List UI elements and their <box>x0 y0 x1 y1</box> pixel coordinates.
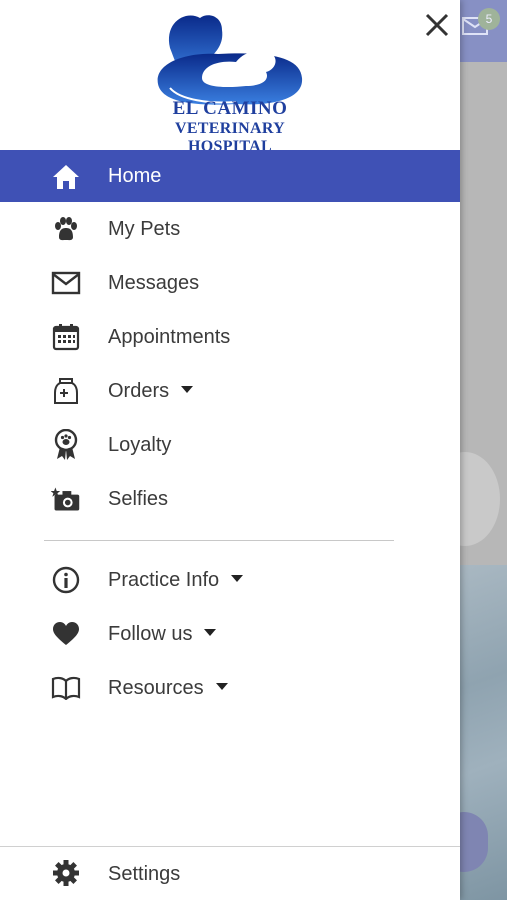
menu-item-label: Selfies <box>108 487 169 510</box>
close-button[interactable] <box>420 8 454 42</box>
menu-item-label: Messages <box>108 271 200 294</box>
calendar-icon <box>51 323 81 351</box>
home-icon <box>51 163 81 191</box>
secondary-menu: Practice Info Follow us Resources <box>0 553 460 715</box>
envelope-icon <box>51 269 81 297</box>
menu-item-loyalty[interactable]: Loyalty <box>0 418 460 472</box>
menu-item-label: My Pets <box>108 217 181 240</box>
menu-item-label: Settings <box>108 862 181 885</box>
menu-item-label: Follow us <box>108 622 193 645</box>
award-ribbon-icon <box>51 429 81 460</box>
menu-item-settings[interactable]: Settings <box>0 848 460 900</box>
book-icon <box>51 674 81 702</box>
heart-icon <box>51 620 81 648</box>
menu-item-label-wrap: Resources <box>108 677 228 700</box>
menu-item-label-wrap: Follow us <box>108 622 217 646</box>
chevron-down-icon[interactable] <box>215 682 228 690</box>
menu-item-appointments[interactable]: Appointments <box>0 310 460 364</box>
menu-item-home[interactable]: Home <box>0 150 460 202</box>
menu-item-label: Orders <box>108 379 170 402</box>
settings-divider <box>0 846 460 847</box>
menu-item-label: Appointments <box>108 325 231 348</box>
menu-item-label: Loyalty <box>108 433 172 456</box>
close-icon <box>425 13 449 37</box>
logo-title: El Camino <box>172 98 288 119</box>
menu-item-resources[interactable]: Resources <box>0 661 460 715</box>
info-icon <box>51 566 81 594</box>
paw-icon <box>51 215 81 243</box>
menu-item-selfies[interactable]: Selfies <box>0 472 460 526</box>
chevron-down-icon[interactable] <box>231 574 244 582</box>
menu-item-label-wrap: Orders <box>108 379 194 403</box>
menu-item-my-pets[interactable]: My Pets <box>0 202 460 256</box>
background-mail-badge: 5 <box>478 8 500 30</box>
menu-item-label-wrap: Practice Info <box>108 568 244 592</box>
gear-icon <box>51 859 81 887</box>
menu-item-label: Home <box>108 164 162 187</box>
chevron-down-icon[interactable] <box>204 628 217 636</box>
menu-item-orders[interactable]: Orders <box>0 364 460 418</box>
menu-item-messages[interactable]: Messages <box>0 256 460 310</box>
menu-divider <box>44 540 394 541</box>
camera-star-icon <box>51 485 81 513</box>
navigation-drawer: El Camino Veterinary Hospital Home My Pe… <box>0 0 460 900</box>
menu-item-label: Practice Info <box>108 568 220 591</box>
menu-item-label: Resources <box>108 676 204 699</box>
food-bag-icon <box>51 377 81 405</box>
primary-menu: Home My Pets Messages Appointments Order… <box>0 150 460 526</box>
menu-item-practice-info[interactable]: Practice Info <box>0 553 460 607</box>
chevron-down-icon[interactable] <box>181 385 194 393</box>
menu-item-follow-us[interactable]: Follow us <box>0 607 460 661</box>
